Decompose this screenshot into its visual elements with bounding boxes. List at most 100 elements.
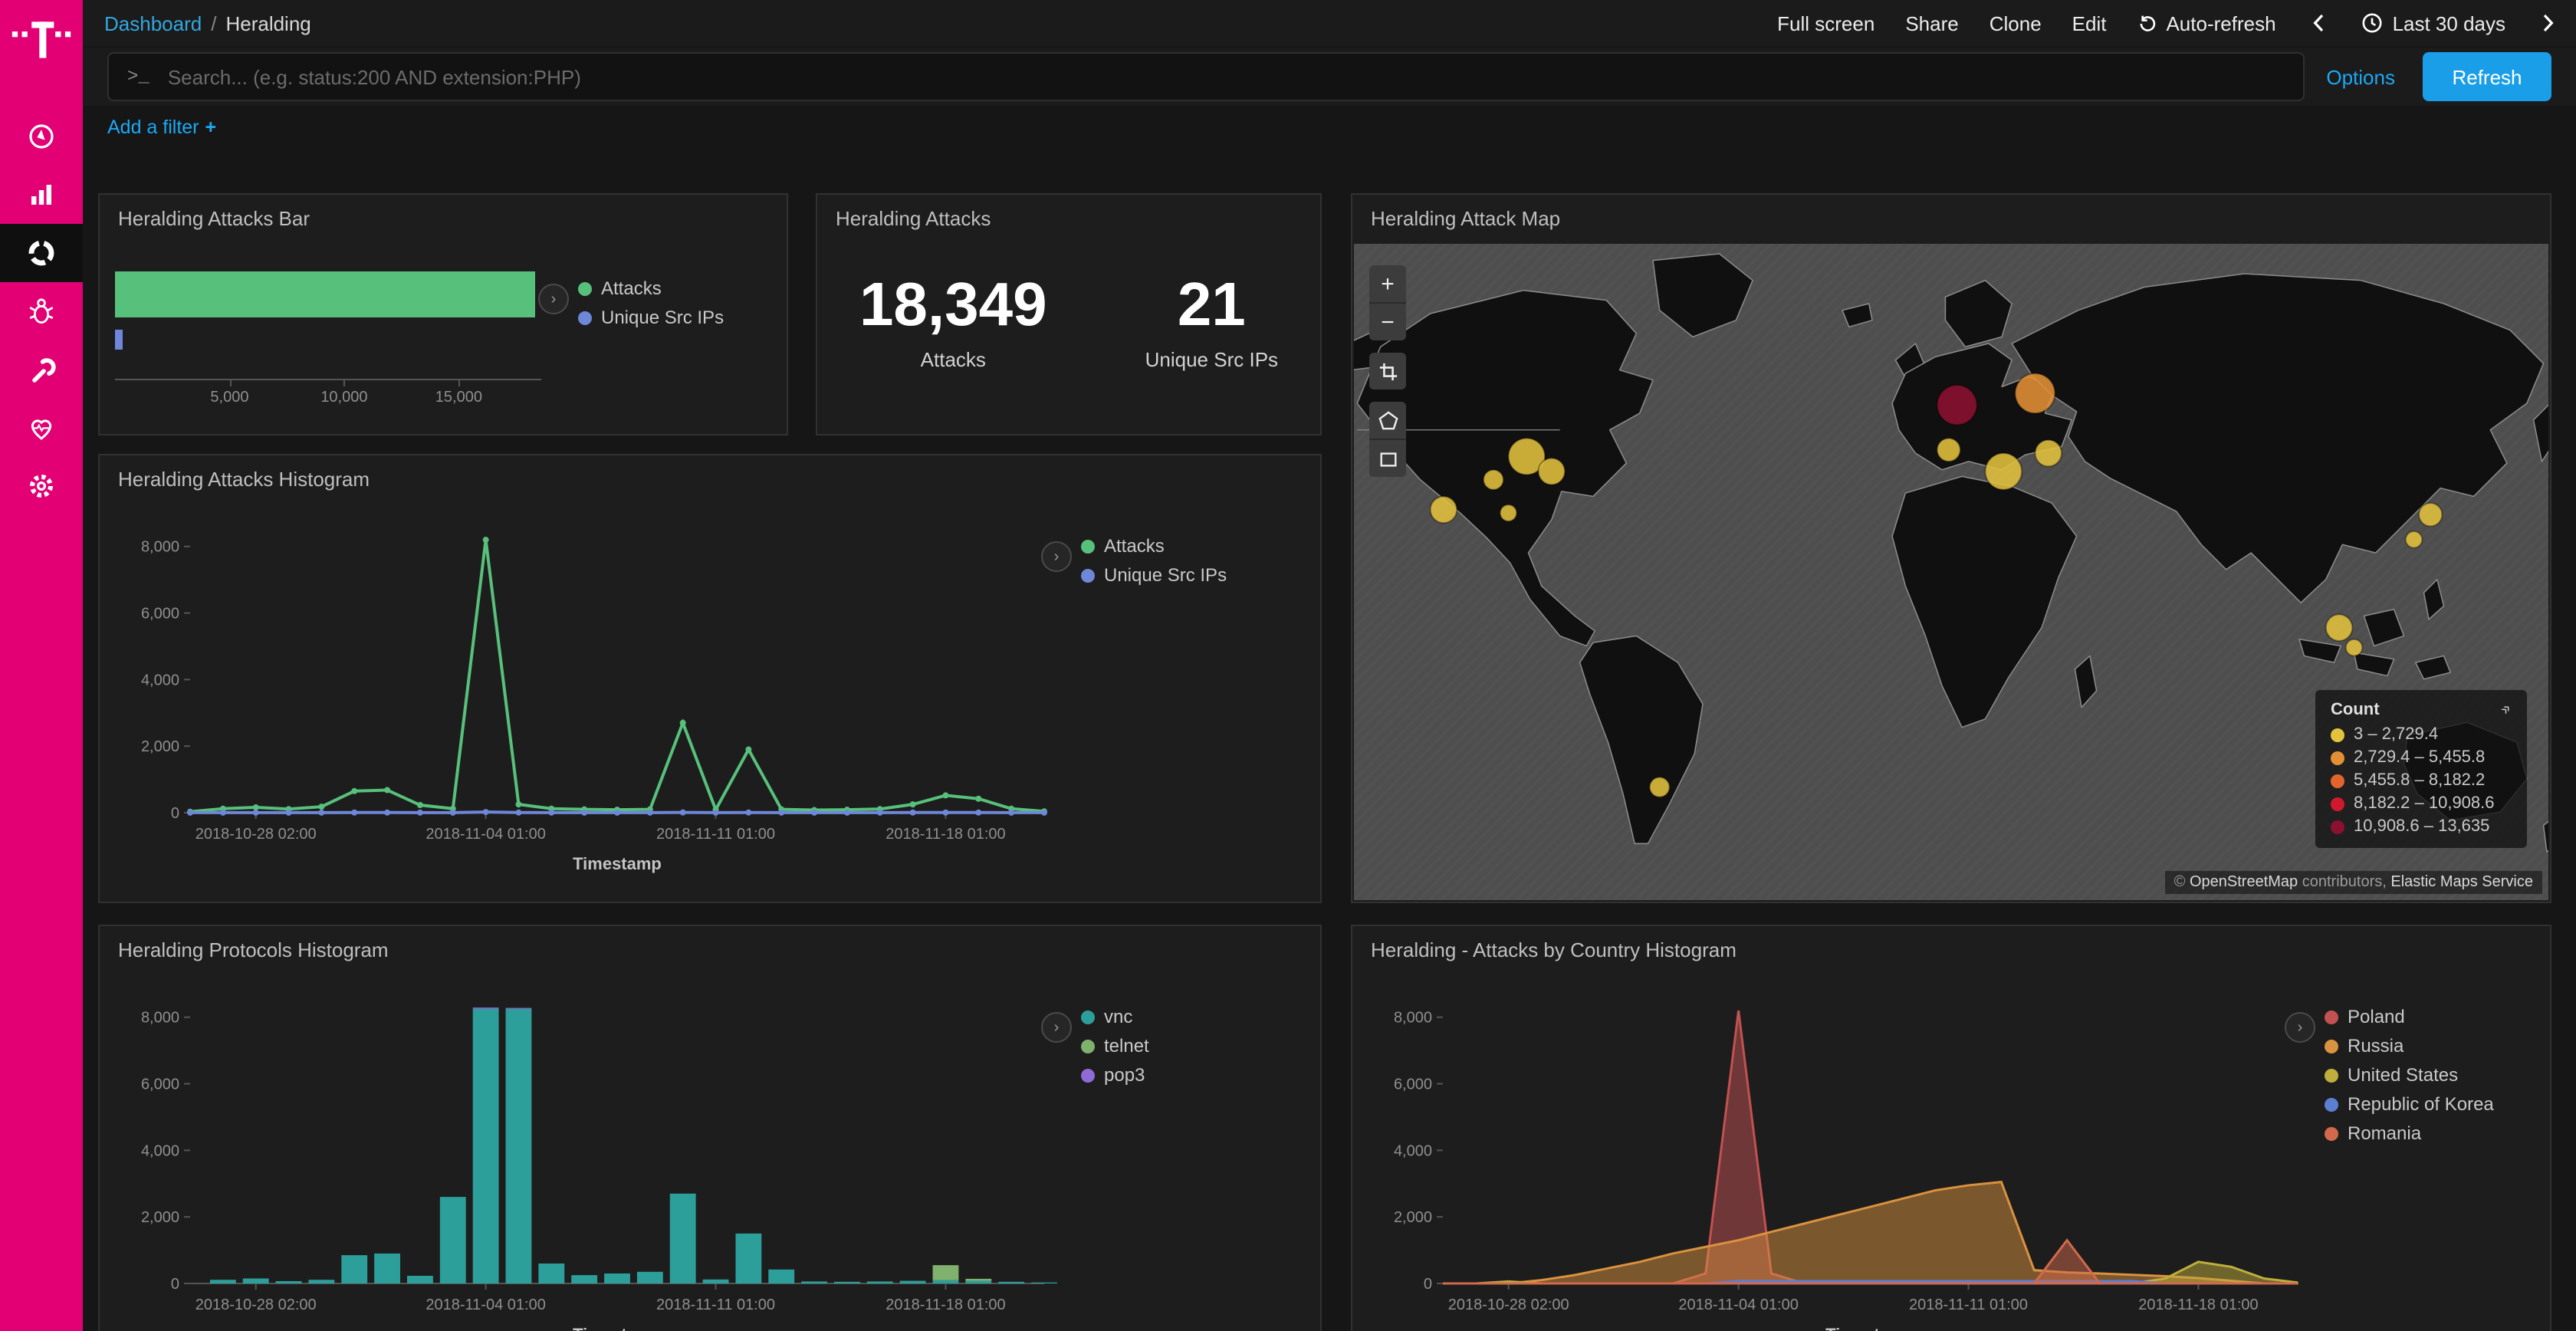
draw-rectangle-button[interactable] <box>1369 440 1406 477</box>
attack-location-dot[interactable] <box>2326 614 2353 641</box>
sidebar <box>0 0 83 1331</box>
panel-title[interactable]: Heralding - Attacks by Country Histogram <box>1371 938 1737 961</box>
attack-location-dot[interactable] <box>2406 531 2423 548</box>
sidebar-item-honeypot[interactable] <box>0 282 83 340</box>
time-range-picker[interactable]: Last 30 days <box>2362 12 2505 35</box>
compass-icon <box>26 121 57 152</box>
legend-entry[interactable]: Attacks <box>1081 535 1227 557</box>
search-input[interactable] <box>165 64 2285 90</box>
openstreetmap-link[interactable]: OpenStreetMap <box>2190 874 2298 891</box>
legend-entry[interactable]: Romania <box>2325 1122 2494 1144</box>
chart-legend: Attacks Unique Src IPs <box>578 278 724 328</box>
legend-entry[interactable]: vnc <box>1081 1006 1149 1027</box>
sidebar-item-settings[interactable] <box>0 457 83 515</box>
copyright-symbol: © <box>2174 874 2186 891</box>
legend-entry[interactable]: telnet <box>1081 1035 1149 1057</box>
legend-toggle-button[interactable]: › <box>1041 1012 1072 1043</box>
time-forward-button[interactable] <box>2536 8 2561 38</box>
panel-title[interactable]: Heralding Attack Map <box>1371 207 1560 230</box>
attack-location-dot[interactable] <box>1484 470 1503 490</box>
attack-location-dot[interactable] <box>1985 453 2022 490</box>
legend-entry[interactable]: 5,455.8 – 8,182.2 <box>2331 771 2512 790</box>
panel-title[interactable]: Heralding Attacks <box>836 207 991 230</box>
legend-entry[interactable]: Attacks <box>578 278 724 299</box>
legend-entry[interactable]: Republic of Korea <box>2325 1093 2494 1115</box>
zoom-in-button[interactable]: + <box>1369 265 1406 304</box>
chevron-left-icon <box>2313 14 2325 32</box>
attack-location-dot[interactable] <box>1937 385 1977 425</box>
legend-toggle-button[interactable]: › <box>538 284 569 314</box>
legend-entry[interactable]: Unique Src IPs <box>1081 564 1227 586</box>
zoom-out-button[interactable]: − <box>1369 304 1406 340</box>
refresh-button[interactable]: Refresh <box>2423 52 2551 101</box>
legend-entry[interactable]: Russia <box>2325 1035 2494 1057</box>
attack-location-dot[interactable] <box>1431 496 1457 523</box>
auto-refresh-label: Auto-refresh <box>2166 12 2275 35</box>
legend-dot-icon <box>578 281 592 295</box>
bar-unique-src-ips[interactable] <box>115 330 123 350</box>
legend-toggle-button[interactable]: › <box>1041 541 1072 572</box>
attribution-text: contributors, <box>2298 874 2390 891</box>
x-tick-label: 10,000 <box>320 389 367 406</box>
legend-entry[interactable]: 8,182.2 – 10,908.6 <box>2331 794 2512 813</box>
telekom-logo[interactable] <box>0 0 83 107</box>
legend-entry[interactable]: United States <box>2325 1064 2494 1086</box>
map-legend-collapse-icon[interactable]: » <box>2499 702 2515 718</box>
attack-location-dot[interactable] <box>2346 639 2363 656</box>
panel-title[interactable]: Heralding Protocols Histogram <box>118 938 389 961</box>
protocols-bar-chart[interactable]: 02,0004,0006,0008,0002018-10-28 02:00201… <box>115 978 1058 1331</box>
sidebar-item-visualize[interactable] <box>0 166 83 224</box>
svg-text:2018-10-28 02:00: 2018-10-28 02:00 <box>1448 1296 1569 1313</box>
legend-entry[interactable]: Unique Src IPs <box>578 307 724 328</box>
legend-dot-icon <box>578 311 592 324</box>
attack-location-dot[interactable] <box>2015 373 2055 413</box>
chart-legend: Poland Russia United States Republic of Kor… <box>2325 1006 2494 1144</box>
fit-bounds-button[interactable] <box>1369 353 1406 389</box>
attacks-bar-chart[interactable]: 5,00010,00015,000 <box>115 262 547 422</box>
attack-location-dot[interactable] <box>1500 504 1517 521</box>
map-controls: + − <box>1369 265 1406 477</box>
attack-location-dot[interactable] <box>2419 503 2442 526</box>
legend-toggle-button[interactable]: › <box>2285 1012 2315 1043</box>
auto-refresh-button[interactable]: Auto-refresh <box>2137 12 2275 35</box>
legend-entry[interactable]: 10,908.6 – 13,635 <box>2331 817 2512 836</box>
panel-title[interactable]: Heralding Attacks Histogram <box>118 468 370 491</box>
sidebar-item-dashboard[interactable] <box>0 224 83 282</box>
attacks-line-chart[interactable]: 02,0004,0006,0008,0002018-10-28 02:00201… <box>115 508 1058 876</box>
elastic-maps-service-link[interactable]: Elastic Maps Service <box>2390 874 2533 891</box>
attack-location-dot[interactable] <box>1937 439 1960 462</box>
topbar-action-edit[interactable]: Edit <box>2072 12 2107 35</box>
add-filter-link[interactable]: Add a filter+ <box>107 117 216 138</box>
bug-icon <box>26 296 57 327</box>
time-back-button[interactable] <box>2307 8 2331 38</box>
breadcrumb-dashboard-link[interactable]: Dashboard <box>104 12 202 35</box>
map-legend-entries: 3 – 2,729.4 2,729.4 – 5,455.8 5,455.8 – 8,… <box>2331 725 2512 836</box>
legend-entry[interactable]: 2,729.4 – 5,455.8 <box>2331 748 2512 767</box>
sidebar-item-discover[interactable] <box>0 107 83 166</box>
attack-location-dot[interactable] <box>1538 458 1565 485</box>
topbar-action-share[interactable]: Share <box>1905 12 1958 35</box>
legend-entry[interactable]: pop3 <box>1081 1064 1149 1086</box>
svg-text:Timestamp: Timestamp <box>573 854 662 873</box>
legend-entry[interactable]: 3 – 2,729.4 <box>2331 725 2512 744</box>
draw-polygon-button[interactable] <box>1369 402 1406 440</box>
panel-country-histogram: Heralding - Attacks by Country Histogram… <box>1351 925 2551 1331</box>
sidebar-item-health[interactable] <box>0 399 83 457</box>
attack-location-dot[interactable] <box>2035 440 2062 467</box>
topbar-action-full-screen[interactable]: Full screen <box>1777 12 1875 35</box>
query-options-link[interactable]: Options <box>2326 65 2395 88</box>
topbar-action-clone[interactable]: Clone <box>1990 12 2042 35</box>
legend-entry[interactable]: Poland <box>2325 1006 2494 1027</box>
sidebar-item-tools[interactable] <box>0 340 83 399</box>
attack-location-dot[interactable] <box>1650 777 1670 797</box>
panel-title[interactable]: Heralding Attacks Bar <box>118 207 310 230</box>
legend-dot-icon <box>1081 1010 1095 1024</box>
country-area-chart[interactable]: 02,0004,0006,0008,0002018-10-28 02:00201… <box>1368 978 2311 1331</box>
svg-text:2018-11-18 01:00: 2018-11-18 01:00 <box>2138 1296 2258 1313</box>
world-map[interactable]: + − <box>1354 244 2548 900</box>
legend-dot-icon <box>2325 1010 2338 1024</box>
legend-label: telnet <box>1104 1035 1149 1057</box>
svg-text:2018-11-18 01:00: 2018-11-18 01:00 <box>886 826 1005 843</box>
bar-attacks[interactable] <box>115 271 535 317</box>
top-navigation-bar: Dashboard / Heralding Full screenShareCl… <box>83 0 2576 46</box>
